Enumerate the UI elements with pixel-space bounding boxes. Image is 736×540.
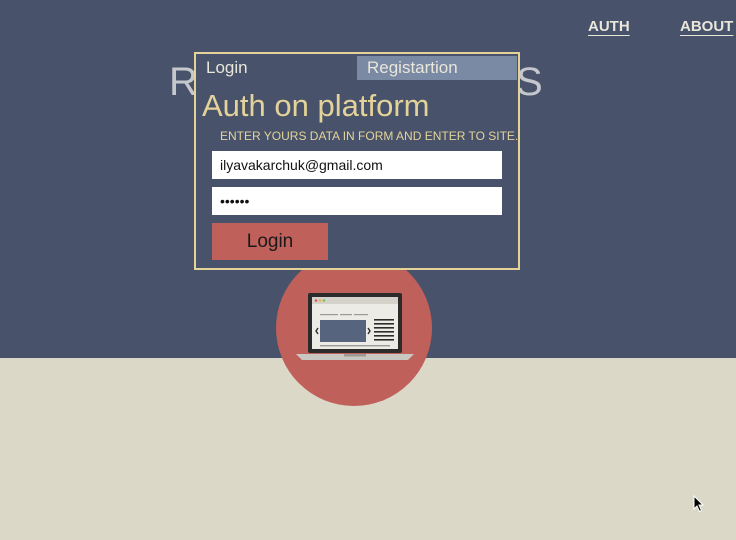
auth-modal: Login Registartion Auth on platform ENTE… [194,52,520,270]
laptop-icon [296,293,414,360]
nav-auth-link[interactable]: AUTH [588,18,630,35]
modal-subtitle: ENTER YOURS DATA IN FORM AND ENTER TO SI… [220,129,519,143]
mouse-cursor-icon [693,495,705,513]
tab-registration[interactable]: Registartion [357,56,517,80]
hero-title-right-fragment: S [516,60,543,104]
login-button[interactable]: Login [212,223,328,260]
tab-login[interactable]: Login [196,56,356,80]
modal-title: Auth on platform [202,88,430,123]
password-field[interactable] [212,187,502,215]
nav-about-link[interactable]: ABOUT [680,18,733,35]
email-field[interactable] [212,151,502,179]
